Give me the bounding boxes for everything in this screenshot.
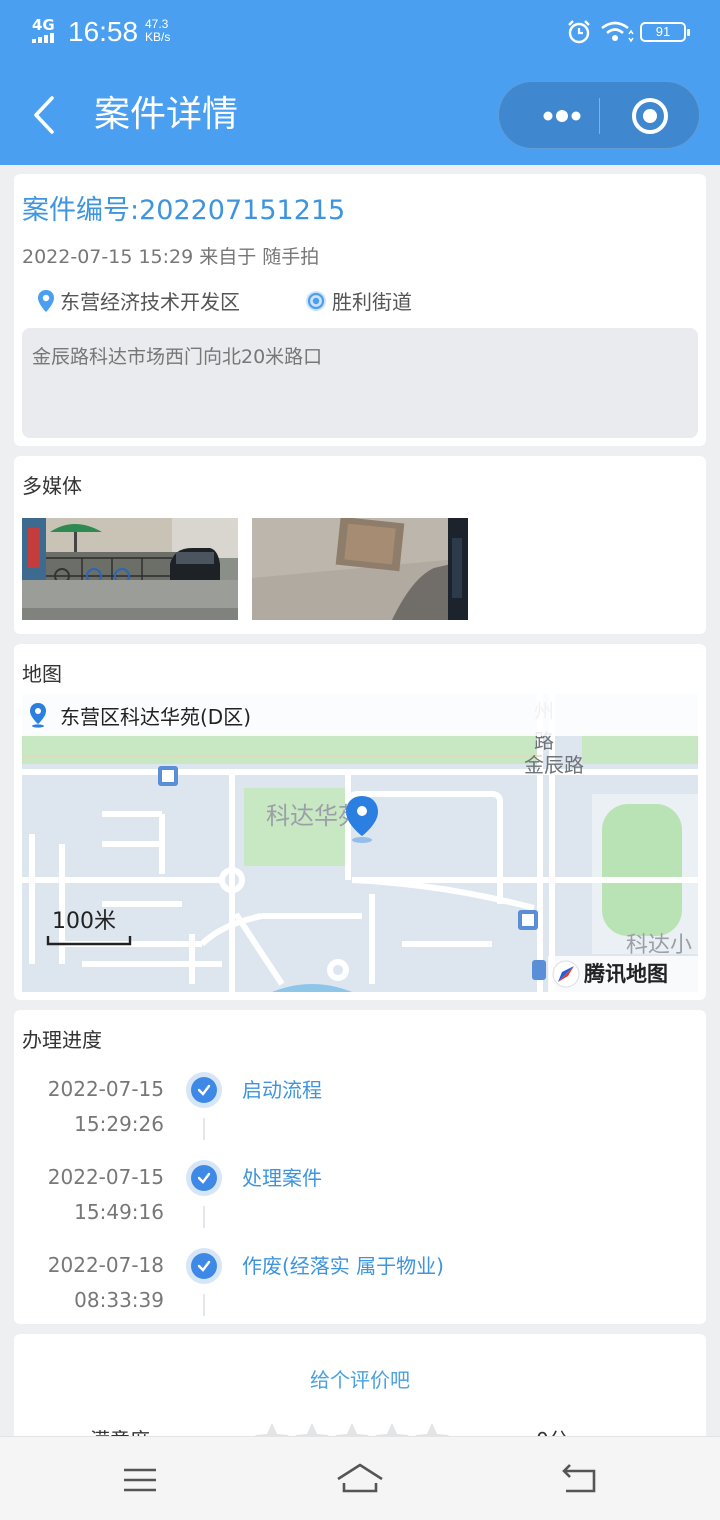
timeline-connector bbox=[203, 1118, 205, 1140]
map-place-bar: 东营区科达华苑(D区) bbox=[22, 694, 698, 736]
media-card: 多媒体 bbox=[14, 456, 706, 634]
step-date: 2022-07-18 bbox=[47, 1253, 164, 1277]
progress-card: 办理进度 2022-07-15 15:29:26 启动流程 2022-07-15… bbox=[14, 1010, 706, 1324]
page-title: 案件详情 bbox=[94, 94, 239, 135]
alarm-icon bbox=[568, 20, 590, 44]
clock: 16:58 bbox=[68, 16, 139, 47]
map-edge-label: 科达小 bbox=[626, 933, 692, 958]
network-speed: 47.3 KB/s bbox=[145, 17, 171, 44]
back-arrow-icon[interactable] bbox=[30, 90, 60, 140]
check-icon bbox=[186, 1072, 222, 1108]
step-label: 处理案件 bbox=[242, 1166, 322, 1190]
network-type: 4G bbox=[32, 16, 55, 34]
wifi-icon bbox=[601, 21, 634, 43]
case-info-card: 案件编号:202207151215 2022-07-15 15:29 来自于 随… bbox=[14, 174, 706, 446]
case-meta: 2022-07-15 15:29 来自于 随手拍 bbox=[22, 246, 320, 268]
back-icon[interactable] bbox=[558, 1461, 602, 1497]
home-icon[interactable] bbox=[334, 1459, 386, 1499]
location-pin-icon bbox=[30, 703, 46, 728]
step-time: 15:49:16 bbox=[74, 1200, 164, 1224]
street-tag: 胜利街道 bbox=[304, 286, 412, 315]
rating-title: 给个评价吧 bbox=[310, 1368, 410, 1392]
media-photo-manhole[interactable] bbox=[252, 518, 468, 620]
timeline-connector bbox=[203, 1294, 205, 1316]
more-options-icon[interactable] bbox=[523, 82, 599, 150]
close-mini-program-icon[interactable] bbox=[600, 82, 700, 150]
scale-label: 100米 bbox=[52, 909, 116, 934]
step-time: 08:33:39 bbox=[74, 1288, 164, 1312]
app-header: 4G 16:58 47.3 KB/s 91 案件详情 bbox=[0, 0, 720, 165]
map-tiles: 金辰路 州 路 科达华苑 科达小 100米 腾讯地图 bbox=[22, 694, 698, 992]
media-photo-street[interactable] bbox=[22, 518, 238, 620]
progress-section-title: 办理进度 bbox=[22, 1028, 102, 1052]
district-label: 东营经济技术开发区 bbox=[60, 290, 240, 314]
location-target-icon bbox=[306, 290, 326, 311]
map-place-name: 东营区科达华苑(D区) bbox=[60, 704, 252, 729]
system-nav-bar bbox=[0, 1436, 720, 1520]
step-date: 2022-07-15 bbox=[47, 1165, 164, 1189]
step-time: 15:29:26 bbox=[74, 1112, 164, 1136]
map-brand-label: 腾讯地图 bbox=[584, 962, 668, 986]
location-pin-icon bbox=[38, 289, 54, 312]
status-bar: 4G 16:58 47.3 KB/s 91 bbox=[0, 0, 720, 68]
street-label: 胜利街道 bbox=[332, 290, 412, 314]
step-date: 2022-07-15 bbox=[47, 1077, 164, 1101]
case-number: 案件编号:202207151215 bbox=[22, 195, 346, 226]
mini-program-capsule bbox=[498, 81, 700, 149]
check-icon bbox=[186, 1160, 222, 1196]
signal-icon bbox=[32, 33, 60, 43]
timeline-connector bbox=[203, 1206, 205, 1228]
step-label: 启动流程 bbox=[242, 1078, 322, 1102]
map-brand: 腾讯地图 bbox=[548, 956, 698, 992]
district-tag: 东营经济技术开发区 bbox=[36, 286, 240, 315]
check-icon bbox=[186, 1248, 222, 1284]
menu-icon[interactable] bbox=[120, 1465, 160, 1495]
map-card: 地图 金辰路 路 科达华苑 科达小 100米 腾讯地图 东营区科达华苑(D区) bbox=[14, 644, 706, 1000]
battery-indicator: 91 bbox=[640, 22, 690, 42]
address-text: 金辰路科达市场西门向北20米路口 bbox=[22, 328, 698, 438]
location-map[interactable]: 金辰路 州 路 科达华苑 科达小 100米 腾讯地图 bbox=[22, 694, 698, 992]
media-section-title: 多媒体 bbox=[22, 474, 82, 498]
map-section-title: 地图 bbox=[22, 662, 62, 686]
map-road-label: 金辰路 bbox=[524, 753, 584, 777]
step-label: 作废(经落实 属于物业) bbox=[242, 1254, 444, 1278]
